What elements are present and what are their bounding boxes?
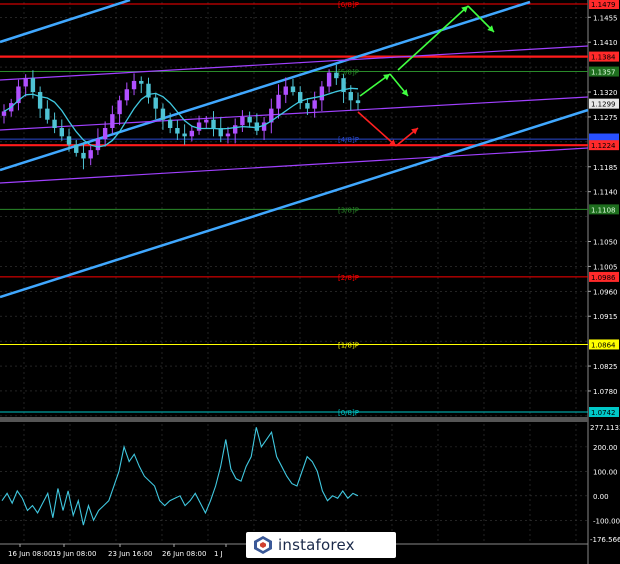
candle-body xyxy=(1,111,7,116)
pane-separator xyxy=(0,417,588,422)
candle-body xyxy=(189,130,195,137)
candle-body xyxy=(312,100,317,109)
price-tick-label: 1.0915 xyxy=(593,313,618,321)
price-tick-label: 1.0960 xyxy=(593,288,618,296)
price-badge-label: 1.1299 xyxy=(591,101,616,109)
candle-body xyxy=(153,97,158,109)
candle-body xyxy=(74,144,79,153)
candle-body xyxy=(326,72,332,87)
price-badge-label: 1.0864 xyxy=(591,341,616,349)
candle-body xyxy=(59,128,64,137)
candle-body xyxy=(110,114,115,129)
forex-chart: [6/8]P [5/8]P [4/8]P [3/8]P [2/8]P [1/8]P [0/8… xyxy=(0,0,620,564)
candle-body xyxy=(23,78,28,87)
murrey-level-label: [3/8]P xyxy=(338,206,359,214)
candle-body xyxy=(139,80,144,84)
time-tick-label: 19 Jun 08:00 xyxy=(52,550,96,558)
time-tick-label: 16 Jun 08:00 xyxy=(8,550,52,558)
candle-body xyxy=(30,78,36,93)
murrey-level-label: [0/8]P xyxy=(338,409,359,417)
price-tick-label: 1.1005 xyxy=(593,263,618,271)
time-tick-label: 23 Jun 16:00 xyxy=(108,550,152,558)
price-tick-label: 1.1275 xyxy=(593,114,618,122)
chart-background xyxy=(0,0,620,564)
time-tick-label: 1 J xyxy=(214,550,223,558)
price-tick-label: 1.1455 xyxy=(593,14,618,22)
candle-body xyxy=(52,119,57,129)
cci-bottom-label: -176.5666 xyxy=(590,536,620,544)
price-tick-label: 1.1185 xyxy=(593,164,618,172)
candle-body xyxy=(182,133,187,137)
candle-body xyxy=(131,80,137,90)
candle-body xyxy=(355,100,361,104)
price-badge-label: 1.0986 xyxy=(591,274,616,282)
price-badge-label: 1.1479 xyxy=(591,1,616,9)
candle-body xyxy=(175,128,180,134)
candle-body xyxy=(204,119,209,123)
instaforex-watermark: instaforex xyxy=(246,532,396,558)
candle-body xyxy=(37,92,43,109)
cci-top-label: 277.1133 xyxy=(590,424,620,432)
candle-body xyxy=(196,122,202,131)
candle-body xyxy=(211,119,216,129)
candle-body xyxy=(283,86,288,95)
price-tick-label: 1.1410 xyxy=(593,39,618,47)
candle-body xyxy=(225,133,231,137)
murrey-level-label: [5/8]P xyxy=(338,69,359,77)
price-badge-label: 1.0742 xyxy=(591,409,616,417)
candle-body xyxy=(305,103,310,109)
cci-tick-label: 100.00 xyxy=(593,468,618,476)
watermark-text: instaforex xyxy=(278,536,355,554)
candle-body xyxy=(319,86,325,101)
candle-body xyxy=(102,128,108,140)
cci-tick-label: 0.00 xyxy=(593,493,609,501)
time-tick-label: 26 Jun 08:00 xyxy=(162,550,206,558)
price-tick-label: 1.0780 xyxy=(593,388,618,396)
candle-body xyxy=(81,152,86,159)
candle-body xyxy=(160,108,166,120)
murrey-level-label: [4/8]P xyxy=(338,136,359,144)
candle-body xyxy=(334,72,339,79)
candle-body xyxy=(88,150,93,159)
candle-body xyxy=(66,136,72,145)
murrey-level-label: [1/8]P xyxy=(338,341,359,349)
instaforex-logo-icon xyxy=(254,536,272,554)
price-badge-label: 1.1108 xyxy=(591,206,616,214)
candle-body xyxy=(45,108,50,120)
candle-body xyxy=(95,139,101,151)
price-tick-label: 1.1140 xyxy=(593,189,618,197)
candle-body xyxy=(124,89,130,101)
candle-body xyxy=(167,119,173,129)
candle-body xyxy=(290,86,296,93)
price-badge-label: 1.1384 xyxy=(591,54,616,62)
price-badge-label: 1.1224 xyxy=(591,142,616,150)
cci-tick-label: -100.00 xyxy=(593,517,620,525)
price-tick-label: 1.1050 xyxy=(593,238,618,246)
candle-body xyxy=(348,92,353,101)
price-badge-label: 1.1357 xyxy=(591,69,616,77)
price-tick-label: 1.1320 xyxy=(593,89,618,97)
candle-body xyxy=(117,100,122,115)
candle-body xyxy=(232,125,238,134)
price-tick-label: 1.0825 xyxy=(593,363,618,371)
candle-body xyxy=(247,116,252,123)
cci-tick-label: 200.00 xyxy=(593,444,618,452)
murrey-level-label: [2/8]P xyxy=(338,274,359,282)
candle-body xyxy=(276,94,281,109)
candle-body xyxy=(240,116,245,126)
murrey-level-label: [6/8]P xyxy=(338,1,359,9)
